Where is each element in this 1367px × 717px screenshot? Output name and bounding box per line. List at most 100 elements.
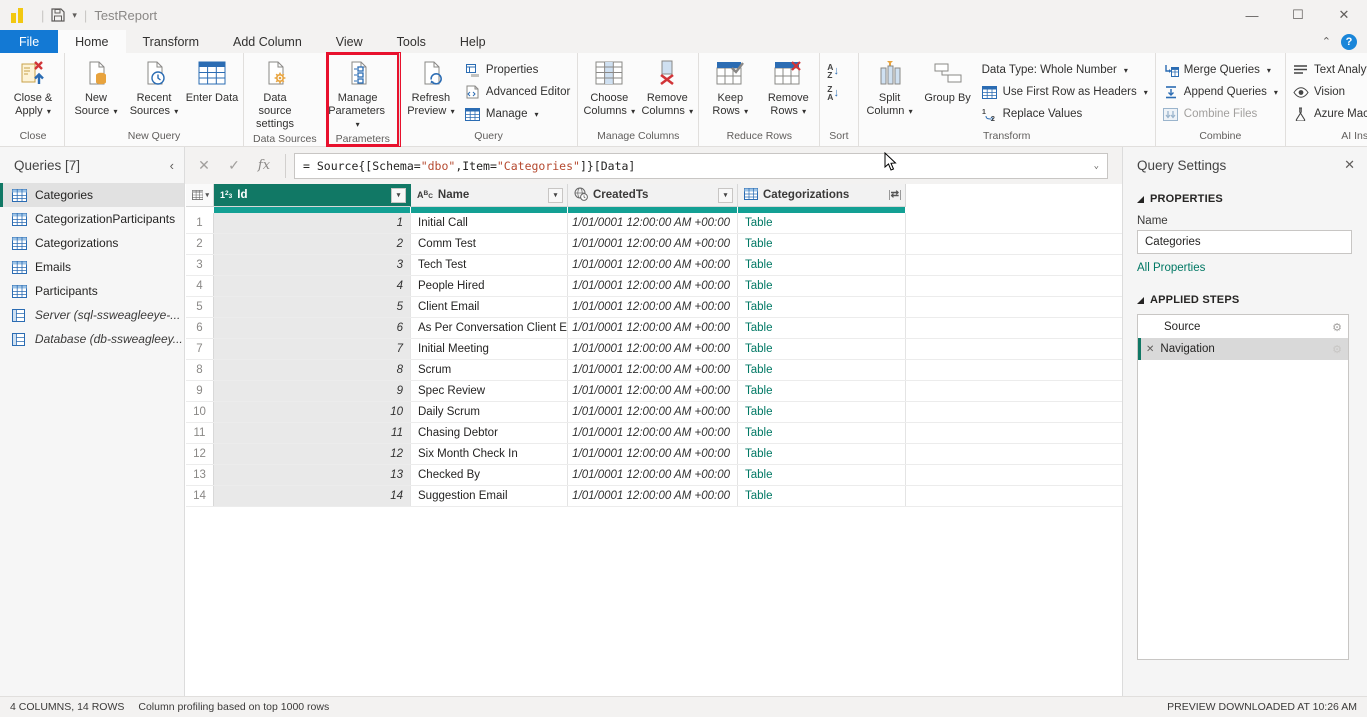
cell[interactable]: 1/01/0001 12:00:00 AM +00:00 [568, 381, 738, 401]
applied-step-navigation[interactable]: ✕Navigation⚙ [1138, 338, 1348, 360]
cell[interactable]: 1/01/0001 12:00:00 AM +00:00 [568, 276, 738, 296]
tab-file[interactable]: File [0, 30, 58, 53]
append-queries-button[interactable]: Append Queries▾ [1159, 82, 1282, 102]
cell[interactable]: 13 [214, 465, 411, 485]
group-by-button[interactable]: Group By [920, 55, 976, 121]
cell[interactable]: 1 [214, 213, 411, 233]
cell[interactable]: 4 [214, 276, 411, 296]
row-number[interactable]: 1 [186, 213, 214, 233]
cell[interactable]: Daily Scrum [411, 402, 568, 422]
data-source-settings-button[interactable]: Data source settings [247, 55, 303, 131]
filter-dropdown-icon[interactable]: ▾ [391, 188, 406, 203]
cell[interactable]: People Hired [411, 276, 568, 296]
keep-rows-button[interactable]: Keep Rows ▾ [702, 55, 758, 121]
tab-view[interactable]: View [319, 30, 380, 53]
row-number[interactable]: 7 [186, 339, 214, 359]
cell[interactable]: Suggestion Email [411, 486, 568, 506]
sort-az-icon[interactable]: AZ↓ [827, 63, 839, 79]
close-apply-button[interactable]: Close & Apply ▾ [5, 55, 61, 121]
cell[interactable]: 1/01/0001 12:00:00 AM +00:00 [568, 465, 738, 485]
cell[interactable]: Table [738, 318, 906, 338]
cell[interactable]: Initial Meeting [411, 339, 568, 359]
row-number[interactable]: 6 [186, 318, 214, 338]
close-window-button[interactable]: ✕ [1321, 0, 1367, 30]
cell[interactable]: Table [738, 402, 906, 422]
cell[interactable]: Checked By [411, 465, 568, 485]
row-number[interactable]: 14 [186, 486, 214, 506]
cell[interactable]: Table [738, 213, 906, 233]
cell[interactable]: 9 [214, 381, 411, 401]
select-all-corner-button[interactable]: ▾ [186, 184, 214, 207]
step-settings-gear-icon[interactable]: ⚙ [1332, 343, 1342, 356]
cell[interactable]: Table [738, 381, 906, 401]
vision-button[interactable]: Vision [1289, 82, 1367, 102]
cell[interactable]: 1/01/0001 12:00:00 AM +00:00 [568, 360, 738, 380]
save-icon[interactable] [51, 8, 65, 22]
cell[interactable]: 1/01/0001 12:00:00 AM +00:00 [568, 339, 738, 359]
text-analytics-button[interactable]: Text Analytics [1289, 60, 1367, 80]
properties-section-header[interactable]: PROPERTIES [1137, 193, 1367, 205]
cell[interactable]: 1/01/0001 12:00:00 AM +00:00 [568, 255, 738, 275]
use-first-row-as-headers-button[interactable]: Use First Row as Headers▾ [978, 82, 1152, 102]
cell[interactable]: 1/01/0001 12:00:00 AM +00:00 [568, 402, 738, 422]
choose-columns-button[interactable]: Choose Columns ▾ [581, 55, 637, 121]
cell[interactable]: 1/01/0001 12:00:00 AM +00:00 [568, 297, 738, 317]
applied-step-source[interactable]: Source⚙ [1138, 316, 1348, 338]
cell[interactable]: Table [738, 423, 906, 443]
cell[interactable]: 10 [214, 402, 411, 422]
cell[interactable]: Six Month Check In [411, 444, 568, 464]
tab-transform[interactable]: Transform [126, 30, 217, 53]
cell[interactable]: 1/01/0001 12:00:00 AM +00:00 [568, 444, 738, 464]
cell[interactable]: Comm Test [411, 234, 568, 254]
merge-queries-button[interactable]: Merge Queries▾ [1159, 60, 1282, 80]
cell[interactable]: 1/01/0001 12:00:00 AM +00:00 [568, 213, 738, 233]
row-number[interactable]: 12 [186, 444, 214, 464]
filter-dropdown-icon[interactable]: ▾ [718, 188, 733, 203]
cell[interactable]: Tech Test [411, 255, 568, 275]
cell[interactable]: Table [738, 444, 906, 464]
query-item-participants[interactable]: Participants [0, 279, 184, 303]
manage-button[interactable]: Manage▾ [461, 104, 574, 124]
help-icon[interactable]: ? [1341, 34, 1357, 50]
query-item-categories[interactable]: Categories [0, 183, 184, 207]
cell[interactable]: 3 [214, 255, 411, 275]
remove-rows-button[interactable]: Remove Rows ▾ [760, 55, 816, 121]
cell[interactable]: 1/01/0001 12:00:00 AM +00:00 [568, 318, 738, 338]
delete-step-icon[interactable]: ✕ [1146, 344, 1154, 355]
cell[interactable]: 1/01/0001 12:00:00 AM +00:00 [568, 423, 738, 443]
recent-sources-button[interactable]: Recent Sources ▾ [126, 55, 182, 121]
cell[interactable]: Table [738, 276, 906, 296]
cell[interactable]: Table [738, 297, 906, 317]
properties-button[interactable]: Properties [461, 60, 574, 80]
query-item-categorizationparticipants[interactable]: CategorizationParticipants [0, 207, 184, 231]
cell[interactable]: Table [738, 255, 906, 275]
collapse-ribbon-icon[interactable]: ⌃ [1322, 35, 1331, 48]
cell[interactable]: 1/01/0001 12:00:00 AM +00:00 [568, 486, 738, 506]
formula-cancel-icon[interactable]: ✕ [191, 157, 217, 174]
step-settings-gear-icon[interactable]: ⚙ [1332, 321, 1342, 334]
remove-columns-button[interactable]: Remove Columns ▾ [639, 55, 695, 121]
cell[interactable]: 11 [214, 423, 411, 443]
row-number[interactable]: 9 [186, 381, 214, 401]
row-number[interactable]: 11 [186, 423, 214, 443]
cell[interactable]: Initial Call [411, 213, 568, 233]
combine-files-button[interactable]: Combine Files [1159, 104, 1282, 124]
row-number[interactable]: 2 [186, 234, 214, 254]
data-type-whole-number-button[interactable]: Data Type: Whole Number▾ [978, 60, 1152, 80]
query-item-database-db-ssweagleey[interactable]: Database (db-ssweagleey... [0, 327, 184, 351]
replace-values-button[interactable]: 12Replace Values [978, 104, 1152, 124]
cell[interactable]: 2 [214, 234, 411, 254]
quick-access-toolbar-dropdown-icon[interactable]: ▾ [72, 10, 77, 21]
cell[interactable]: 6 [214, 318, 411, 338]
maximize-button[interactable]: ☐ [1275, 0, 1321, 30]
profiling-status[interactable]: Column profiling based on top 1000 rows [138, 701, 329, 713]
expand-column-icon[interactable]: ⇄ [889, 190, 901, 200]
close-query-settings-icon[interactable]: ✕ [1344, 157, 1355, 173]
tab-home[interactable]: Home [58, 30, 125, 53]
cell[interactable]: Table [738, 339, 906, 359]
new-source-button[interactable]: New Source ▾ [68, 55, 124, 121]
cell[interactable]: As Per Conversation Client Email [411, 318, 568, 338]
applied-steps-section-header[interactable]: APPLIED STEPS [1137, 294, 1367, 306]
row-number[interactable]: 3 [186, 255, 214, 275]
cell[interactable]: Table [738, 465, 906, 485]
